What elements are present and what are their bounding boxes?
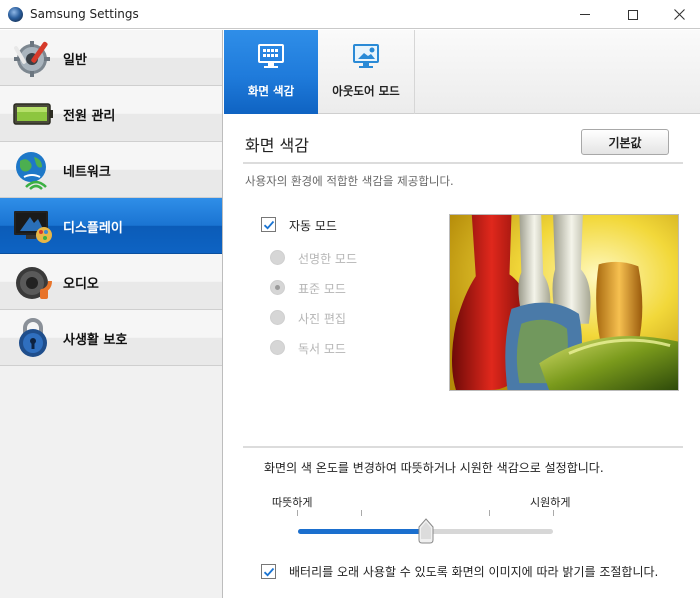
tab-outdoor-mode[interactable]: 아웃도어 모드 [318, 30, 415, 114]
monitor-palette-icon [258, 44, 284, 68]
checkmark-icon [263, 220, 275, 230]
tab-screen-color[interactable]: 화면 색감 [224, 30, 318, 114]
radio-label: 독서 모드 [298, 342, 346, 356]
auto-mode-label: 자동 모드 [289, 219, 337, 233]
auto-mode-checkbox[interactable] [261, 217, 276, 232]
radio-label: 사진 편집 [298, 312, 346, 326]
slider-tick [297, 510, 298, 516]
sidebar-item-display[interactable]: 디스플레이 [0, 198, 222, 254]
close-button[interactable] [656, 0, 700, 29]
warm-label: 따뜻하게 [272, 496, 313, 509]
close-icon [673, 9, 685, 20]
window-title: Samsung Settings [30, 7, 139, 21]
battery-brightness-checkbox[interactable] [261, 564, 276, 579]
radio-label: 표준 모드 [298, 282, 346, 296]
tab-label: 화면 색감 [247, 84, 295, 98]
color-temp-description: 화면의 색 온도를 변경하여 따뜻하거나 시원한 색감으로 설정합니다. [264, 461, 604, 475]
maximize-icon [628, 9, 638, 20]
radio-photo-edit[interactable] [270, 310, 285, 325]
slider-tick [361, 510, 362, 516]
sidebar-item-label: 네트워크 [63, 165, 111, 180]
app-icon [8, 7, 23, 22]
minimize-button[interactable] [562, 0, 608, 29]
lock-icon [19, 318, 47, 357]
color-temp-slider-thumb[interactable] [417, 518, 435, 544]
radio-standard-mode[interactable] [270, 280, 285, 295]
sidebar-item-label: 전원 관리 [63, 109, 116, 124]
checkmark-icon [263, 567, 275, 577]
slider-tick [489, 510, 490, 516]
battery-icon [13, 103, 53, 125]
maximize-button[interactable] [610, 0, 656, 29]
radio-vivid-mode[interactable] [270, 250, 285, 265]
sidebar-item-label: 일반 [63, 53, 87, 68]
section-description: 사용자의 환경에 적합한 색감을 제공합니다. [245, 174, 454, 188]
color-temp-slider-fill [298, 529, 426, 534]
radio-label: 선명한 모드 [298, 252, 358, 266]
speaker-icon [16, 267, 52, 299]
sidebar-item-privacy[interactable]: 사생활 보호 [0, 310, 222, 366]
sidebar-item-power[interactable]: 전원 관리 [0, 86, 222, 142]
title-bar: Samsung Settings [0, 0, 700, 29]
cool-label: 시원하게 [530, 496, 571, 509]
display-icon [14, 211, 52, 243]
page-title: 화면 색감 [245, 136, 309, 155]
monitor-sun-icon [353, 44, 379, 68]
sidebar-item-label: 사생활 보호 [63, 333, 128, 348]
section-divider [243, 446, 683, 448]
sidebar: 일반 전원 관리 네트워크 디스플레이 오디오 사생활 보호 [0, 30, 223, 598]
tab-label: 아웃도어 모드 [332, 84, 400, 98]
sidebar-item-label: 디스플레이 [63, 221, 123, 236]
tab-bar: 화면 색감 아웃도어 모드 [224, 30, 700, 114]
minimize-icon [580, 14, 590, 15]
sidebar-item-audio[interactable]: 오디오 [0, 254, 222, 310]
color-preview-image [449, 214, 679, 391]
battery-brightness-label: 배터리를 오래 사용할 수 있도록 화면의 이미지에 따라 밝기를 조절합니다. [289, 565, 659, 579]
slider-tick [553, 510, 554, 516]
radio-reading-mode[interactable] [270, 340, 285, 355]
sidebar-item-label: 오디오 [63, 277, 99, 292]
sidebar-item-network[interactable]: 네트워크 [0, 142, 222, 198]
sidebar-item-general[interactable]: 일반 [0, 30, 222, 86]
globe-wifi-icon [16, 152, 47, 190]
title-divider [243, 162, 683, 164]
reset-default-button[interactable]: 기본값 [581, 129, 669, 155]
gear-icon [14, 41, 50, 77]
